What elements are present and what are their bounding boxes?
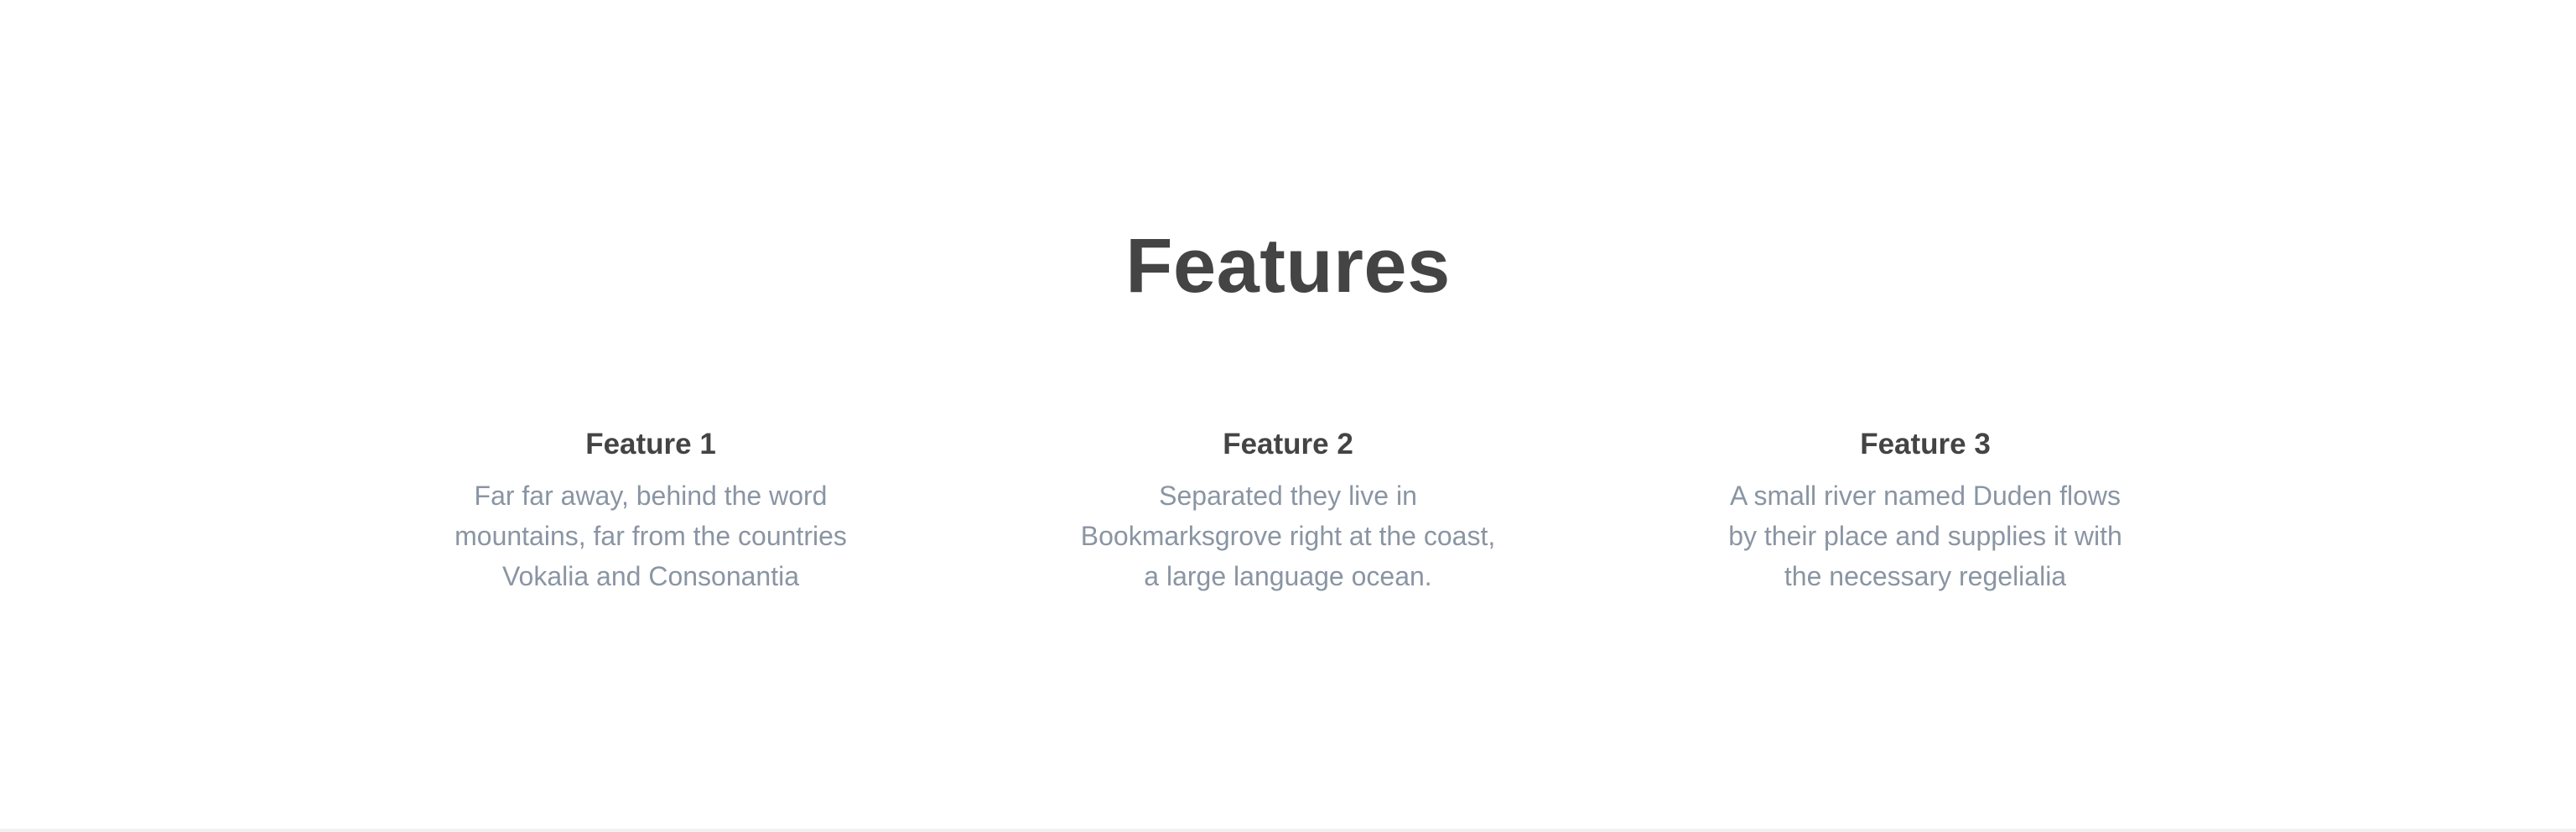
feature-heading: Feature 2	[1223, 428, 1353, 460]
feature-card-3: Feature 3 A small river named Duden flow…	[1690, 424, 2160, 596]
feature-card-2: Feature 2 Separated they live in Bookmar…	[1053, 424, 1523, 596]
feature-description: Far far away, behind the word mountains,…	[454, 481, 847, 591]
feature-description: A small river named Duden flows by their…	[1728, 481, 2122, 591]
features-title: Features	[1125, 223, 1451, 309]
feature-card-1: Feature 1 Far far away, behind the word …	[416, 424, 886, 596]
feature-description: Separated they live in Bookmarksgrove ri…	[1080, 481, 1496, 591]
section-divider	[0, 829, 2576, 832]
features-section: Features Feature 1 Far far away, behind …	[0, 0, 2576, 829]
feature-heading: Feature 1	[585, 428, 716, 460]
feature-heading: Feature 3	[1860, 428, 1991, 460]
